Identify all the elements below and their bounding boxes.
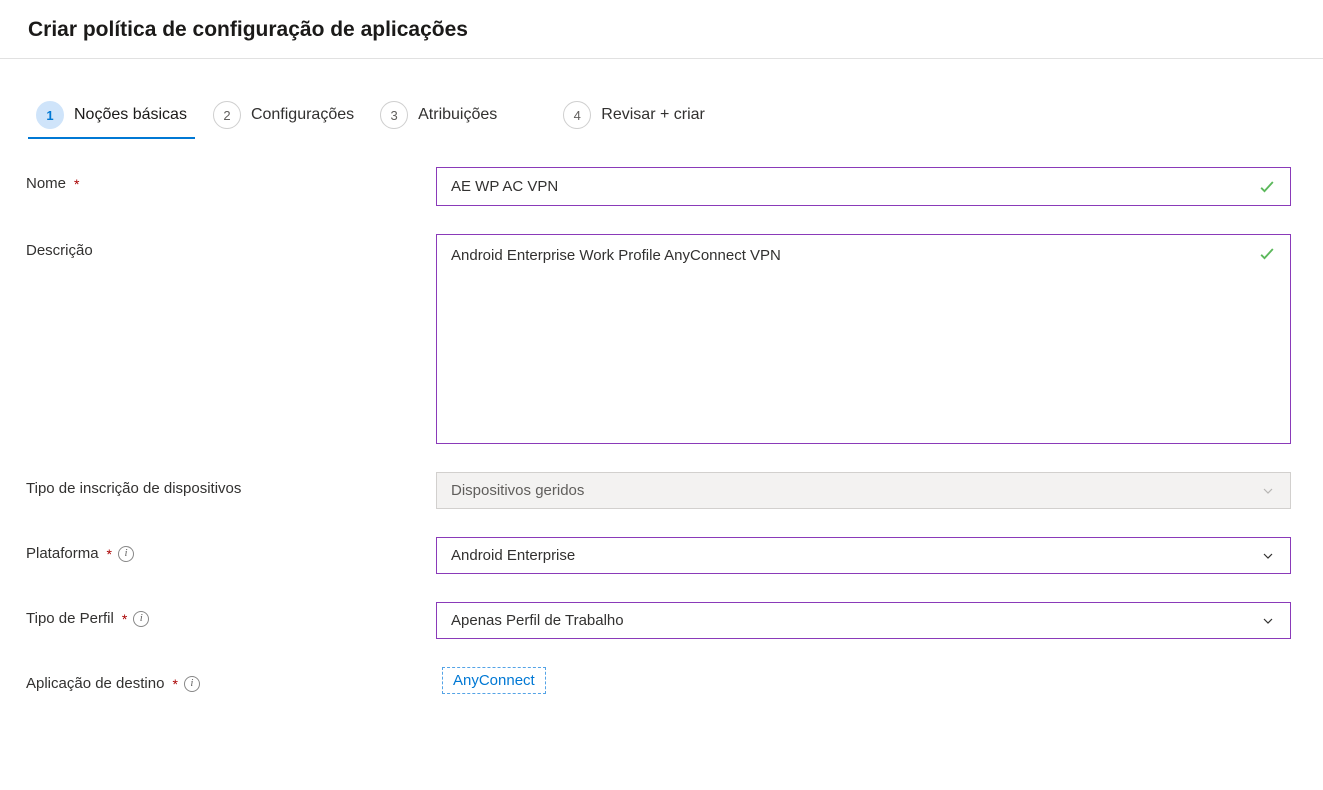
- label-col: Plataforma * i: [26, 537, 436, 562]
- tab-configurations[interactable]: 2 Configurações: [209, 95, 358, 137]
- select-value: Apenas Perfil de Trabalho: [451, 612, 624, 629]
- step-badge: 4: [563, 101, 591, 129]
- enrollment-type-select: Dispositivos geridos: [436, 472, 1291, 509]
- tab-label: Noções básicas: [74, 106, 187, 124]
- tab-label: Atribuições: [418, 106, 497, 124]
- row-target-app: Aplicação de destino * i AnyConnect: [26, 667, 1291, 694]
- required-asterisk: *: [122, 611, 127, 627]
- page-title: Criar política de configuração de aplica…: [28, 18, 1295, 42]
- required-asterisk: *: [74, 176, 79, 192]
- platform-select[interactable]: Android Enterprise: [436, 537, 1291, 574]
- content-area: 1 Noções básicas 2 Configurações 3 Atrib…: [0, 95, 1323, 726]
- row-profile-type: Tipo de Perfil * i Apenas Perfil de Trab…: [26, 602, 1291, 639]
- description-input[interactable]: [436, 234, 1291, 444]
- label-col: Descrição: [26, 234, 436, 259]
- info-icon[interactable]: i: [184, 676, 200, 692]
- row-enrollment-type: Tipo de inscrição de dispositivos Dispos…: [26, 472, 1291, 509]
- select-value: Android Enterprise: [451, 547, 575, 564]
- tab-attributions[interactable]: 3 Atribuições: [376, 95, 501, 137]
- tab-label: Revisar + criar: [601, 106, 705, 124]
- row-description: Descrição: [26, 234, 1291, 444]
- step-badge: 1: [36, 101, 64, 129]
- chevron-down-icon: [1260, 483, 1276, 499]
- target-app-link[interactable]: AnyConnect: [442, 667, 546, 694]
- input-wrap: [436, 167, 1291, 206]
- profile-type-label: Tipo de Perfil: [26, 610, 114, 627]
- field-col: Dispositivos geridos: [436, 472, 1291, 509]
- enrollment-type-label: Tipo de inscrição de dispositivos: [26, 480, 241, 497]
- step-badge: 3: [380, 101, 408, 129]
- chevron-down-icon: [1260, 613, 1276, 629]
- select-value: Dispositivos geridos: [451, 482, 584, 499]
- tab-label: Configurações: [251, 106, 354, 124]
- row-name: Nome *: [26, 167, 1291, 206]
- label-col: Tipo de inscrição de dispositivos: [26, 472, 436, 497]
- profile-type-select[interactable]: Apenas Perfil de Trabalho: [436, 602, 1291, 639]
- field-col: [436, 167, 1291, 206]
- tab-basics[interactable]: 1 Noções básicas: [32, 95, 191, 137]
- field-col: Apenas Perfil de Trabalho: [436, 602, 1291, 639]
- info-icon[interactable]: i: [133, 611, 149, 627]
- name-input[interactable]: [436, 167, 1291, 206]
- description-label: Descrição: [26, 242, 93, 259]
- field-col: Android Enterprise: [436, 537, 1291, 574]
- target-app-label: Aplicação de destino: [26, 675, 164, 692]
- label-col: Tipo de Perfil * i: [26, 602, 436, 627]
- step-badge: 2: [213, 101, 241, 129]
- tab-review-create[interactable]: 4 Revisar + criar: [559, 95, 709, 137]
- wizard-tabs: 1 Noções básicas 2 Configurações 3 Atrib…: [32, 95, 1291, 137]
- name-label: Nome: [26, 175, 66, 192]
- input-wrap: [436, 234, 1291, 444]
- label-col: Nome *: [26, 167, 436, 192]
- required-asterisk: *: [107, 546, 112, 562]
- field-col: AnyConnect: [436, 667, 1291, 694]
- label-col: Aplicação de destino * i: [26, 667, 436, 692]
- platform-label: Plataforma: [26, 545, 99, 562]
- field-col: [436, 234, 1291, 444]
- page-header: Criar política de configuração de aplica…: [0, 0, 1323, 59]
- chevron-down-icon: [1260, 548, 1276, 564]
- row-platform: Plataforma * i Android Enterprise: [26, 537, 1291, 574]
- info-icon[interactable]: i: [118, 546, 134, 562]
- required-asterisk: *: [172, 676, 177, 692]
